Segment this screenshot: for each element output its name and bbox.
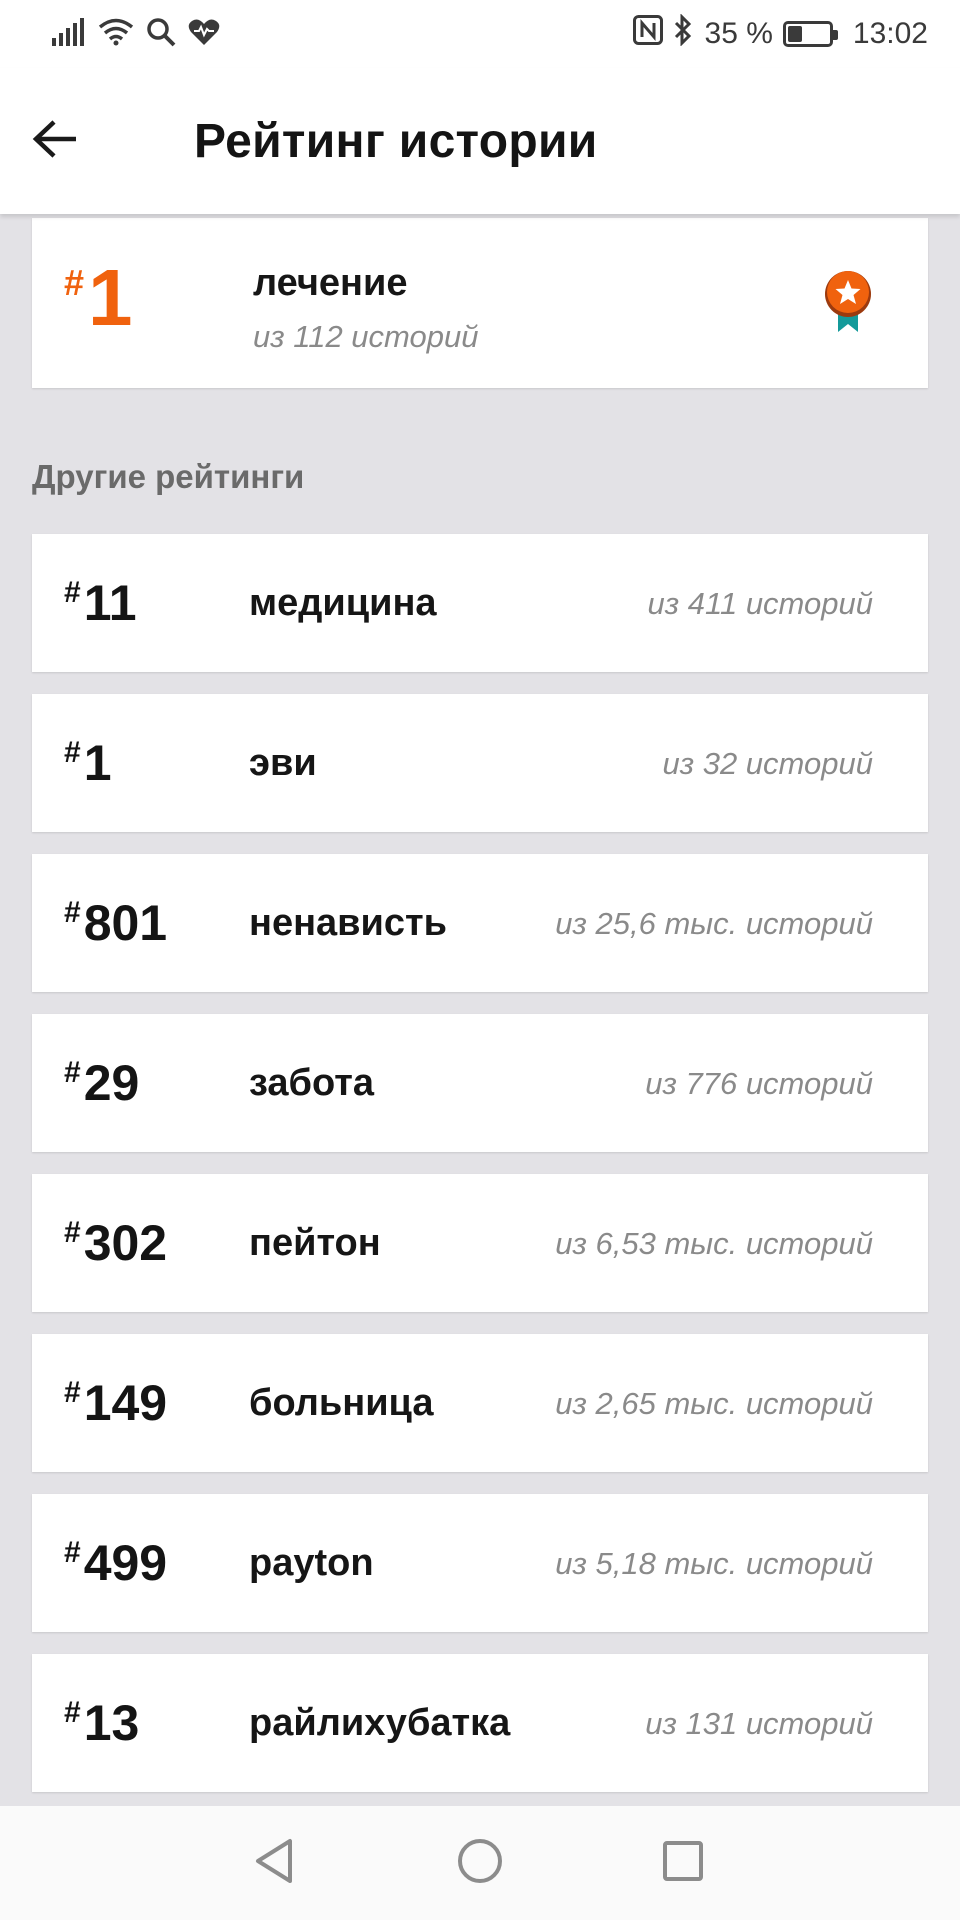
- battery-icon: [782, 21, 838, 47]
- rank: #499: [64, 1535, 168, 1591]
- recents-square-icon: [662, 1840, 704, 1887]
- rank: #13: [64, 1695, 140, 1751]
- rankings-list: #11 медицина из 411 историй #1 эви из 32 исто…: [32, 534, 928, 1814]
- signal-icon: [52, 17, 86, 51]
- tag-story-count: из 2,65 тыс. историй: [555, 1386, 873, 1421]
- tag-name: медицина: [249, 582, 437, 624]
- page-title: Рейтинг истории: [194, 114, 598, 168]
- rank-number: 499: [83, 1535, 168, 1591]
- nav-recents-button[interactable]: [643, 1823, 723, 1903]
- rank-number: 302: [83, 1215, 168, 1271]
- rank: #302: [64, 1215, 168, 1271]
- search-icon: [146, 17, 176, 52]
- bluetooth-icon: [673, 13, 693, 54]
- rank: #11: [64, 575, 137, 631]
- rank-hash: #: [64, 1056, 81, 1089]
- tag-story-count: из 32 историй: [662, 746, 873, 781]
- top-rating-text: лечение из 112 историй: [253, 262, 478, 355]
- home-circle-icon: [457, 1838, 503, 1889]
- rank-number: 1: [88, 253, 133, 342]
- tag-story-count: из 6,53 тыс. историй: [555, 1226, 873, 1261]
- rank-hash: #: [64, 736, 81, 769]
- navigation-bar: [0, 1806, 960, 1920]
- battery-percent: 35 %: [704, 17, 773, 50]
- ranking-row[interactable]: #149 больница из 2,65 тыс. историй: [32, 1334, 928, 1472]
- arrow-left-icon: [32, 119, 78, 164]
- rank: #801: [64, 895, 168, 951]
- tag-name: эви: [249, 742, 317, 784]
- rank-hash: #: [64, 896, 81, 929]
- rank-hash: #: [64, 1376, 81, 1409]
- status-left-icons: [52, 17, 220, 52]
- tag-name: ненависть: [249, 902, 447, 944]
- top-rank: # 1: [64, 258, 133, 338]
- ranking-row[interactable]: #1 эви из 32 историй: [32, 694, 928, 832]
- tag-story-count: из 25,6 тыс. историй: [555, 906, 873, 941]
- rank-hash: #: [64, 576, 81, 609]
- health-icon: [188, 18, 220, 51]
- ranking-row[interactable]: #499 payton из 5,18 тыс. историй: [32, 1494, 928, 1632]
- tag-name: больница: [249, 1382, 434, 1424]
- rank-number: 13: [83, 1695, 140, 1751]
- top-rating-card[interactable]: # 1 лечение из 112 историй: [32, 218, 928, 388]
- status-right: 35 % 13:02: [632, 13, 928, 54]
- nfc-icon: [632, 15, 663, 53]
- tag-name: payton: [249, 1542, 374, 1584]
- back-triangle-icon: [254, 1838, 294, 1889]
- ranking-row[interactable]: #11 медицина из 411 историй: [32, 534, 928, 672]
- top-tag-count: из 112 историй: [253, 319, 479, 354]
- ranking-row[interactable]: #302 пейтон из 6,53 тыс. историй: [32, 1174, 928, 1312]
- tag-name: райлихубатка: [249, 1702, 511, 1744]
- rank-hash: #: [64, 1696, 81, 1729]
- clock: 13:02: [852, 17, 928, 50]
- rank-hash: #: [64, 262, 85, 303]
- rank-hash: #: [64, 1216, 81, 1249]
- ranking-row[interactable]: #13 райлихубатка из 131 историй: [32, 1654, 928, 1792]
- rank-number: 801: [83, 895, 168, 951]
- tag-story-count: из 776 историй: [645, 1066, 873, 1101]
- ranking-row[interactable]: #29 забота из 776 историй: [32, 1014, 928, 1152]
- status-bar: 35 % 13:02: [0, 0, 960, 68]
- back-button[interactable]: [0, 68, 150, 214]
- tag-story-count: из 131 историй: [645, 1706, 873, 1741]
- top-tag-name: лечение: [253, 262, 408, 304]
- rank-hash: #: [64, 1536, 81, 1569]
- ranking-row[interactable]: #801 ненависть из 25,6 тыс. историй: [32, 854, 928, 992]
- tag-name: пейтон: [249, 1222, 381, 1264]
- rank: #29: [64, 1055, 140, 1111]
- rank: #149: [64, 1375, 168, 1431]
- wifi-icon: [98, 18, 134, 51]
- battery-fill: [787, 26, 802, 42]
- tag-story-count: из 411 историй: [647, 586, 873, 621]
- medal-star-icon: [824, 270, 876, 339]
- rank-number: 11: [83, 575, 137, 631]
- nav-back-button[interactable]: [234, 1823, 314, 1903]
- section-title: Другие рейтинги: [32, 458, 305, 495]
- nav-home-button[interactable]: [440, 1823, 520, 1903]
- rank-number: 29: [83, 1055, 140, 1111]
- app-bar: Рейтинг истории: [0, 68, 960, 214]
- tag-name: забота: [249, 1062, 375, 1104]
- rank: #1: [64, 735, 112, 791]
- tag-story-count: из 5,18 тыс. историй: [555, 1546, 873, 1581]
- rank-number: 1: [83, 735, 112, 791]
- rank-number: 149: [83, 1375, 168, 1431]
